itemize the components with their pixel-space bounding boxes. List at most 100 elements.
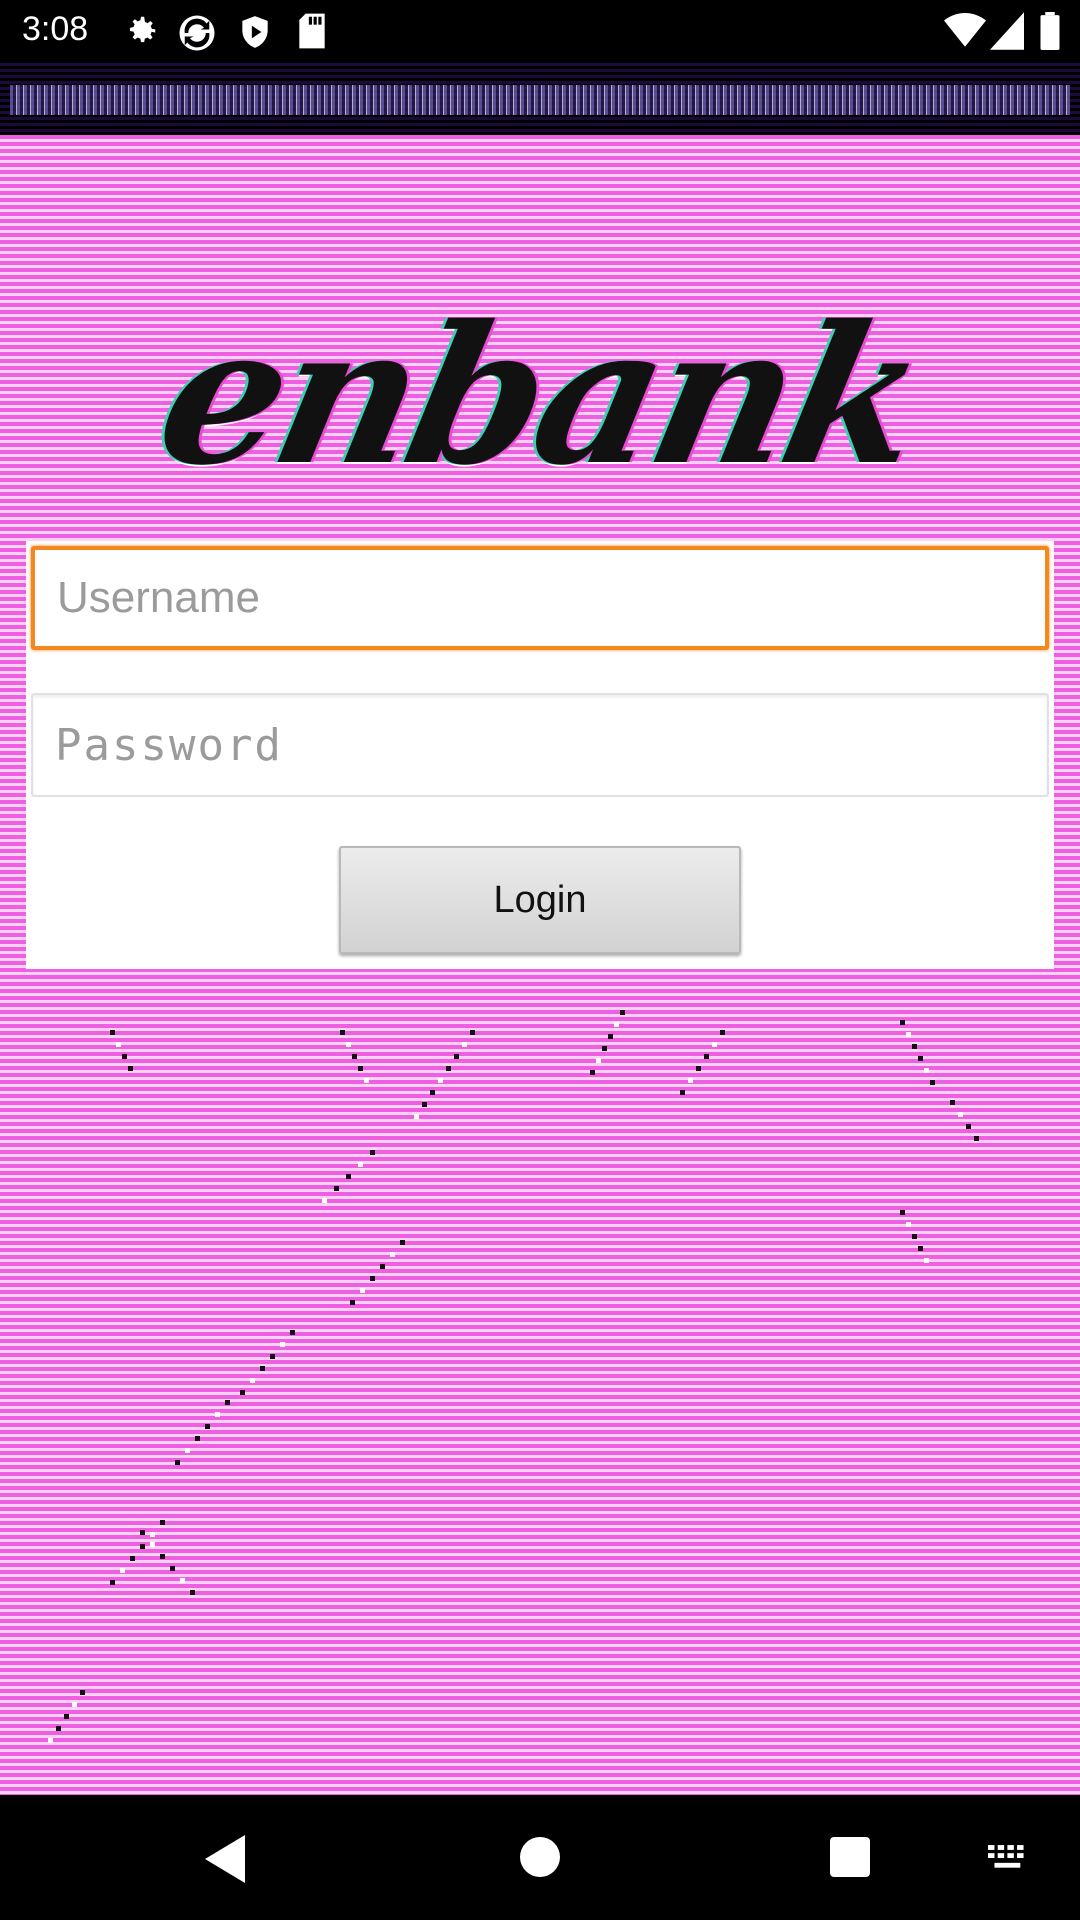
pattern-dot (446, 1066, 451, 1071)
logo-text: enbank (141, 283, 939, 507)
pattern-dot (966, 1124, 971, 1129)
pattern-dot (56, 1726, 61, 1731)
pattern-dot (950, 1100, 955, 1105)
pattern-dot (358, 1162, 363, 1167)
pattern-dot (688, 1078, 693, 1083)
pattern-dot (400, 1240, 405, 1245)
pattern-dot (150, 1532, 155, 1537)
pattern-dot (912, 1044, 917, 1049)
pattern-dot (120, 1568, 125, 1573)
pattern-dot (720, 1030, 725, 1035)
pattern-dot (110, 1580, 115, 1585)
pattern-dot (130, 1556, 135, 1561)
pattern-dot (140, 1544, 145, 1549)
login-button[interactable]: Login (339, 846, 741, 954)
password-input[interactable] (31, 693, 1049, 797)
pattern-dot (160, 1520, 165, 1525)
pattern-dot (370, 1276, 375, 1281)
home-icon[interactable] (520, 1837, 560, 1882)
pattern-dot (48, 1738, 53, 1743)
wifi-icon (944, 12, 986, 55)
pattern-dot (116, 1042, 121, 1047)
pattern-dot (290, 1330, 295, 1335)
pattern-dot (346, 1042, 351, 1047)
pattern-dot (360, 1288, 365, 1293)
app-header-banner (0, 63, 1080, 135)
pattern-dot (322, 1198, 327, 1203)
pattern-dot (602, 1046, 607, 1051)
status-time: 3:08 (22, 10, 89, 48)
pattern-dot (205, 1424, 210, 1429)
pattern-dot (352, 1054, 357, 1059)
pattern-dot (110, 1030, 115, 1035)
pattern-dot (900, 1210, 905, 1215)
pattern-dot (924, 1258, 929, 1263)
pattern-dot (350, 1300, 355, 1305)
pattern-dot (72, 1702, 77, 1707)
battery-icon (1040, 12, 1060, 55)
pattern-dot (80, 1690, 85, 1695)
settings-icon (122, 12, 160, 55)
signal-icon (990, 12, 1024, 55)
username-input[interactable] (31, 546, 1049, 650)
pattern-dot (260, 1366, 265, 1371)
pattern-dot (370, 1150, 375, 1155)
pattern-dot (906, 1222, 911, 1227)
bank-logo: enbank (142, 275, 938, 515)
pattern-dot (180, 1578, 185, 1583)
pattern-dot (150, 1542, 155, 1547)
pattern-dot (614, 1022, 619, 1027)
pattern-dot (340, 1030, 345, 1035)
pattern-dot (900, 1020, 905, 1025)
pattern-dot (918, 1056, 923, 1061)
keyboard-icon[interactable] (988, 1845, 1030, 1876)
pattern-dot (680, 1090, 685, 1095)
pattern-dot (122, 1054, 127, 1059)
pattern-dot (712, 1042, 717, 1047)
pattern-dot (364, 1078, 369, 1083)
pattern-dot (924, 1068, 929, 1073)
pattern-dot (930, 1080, 935, 1085)
pattern-dot (358, 1066, 363, 1071)
pattern-dot (958, 1112, 963, 1117)
sd-card-icon (296, 12, 328, 55)
pattern-dot (974, 1136, 979, 1141)
pattern-dot (170, 1566, 175, 1571)
pattern-dot (185, 1448, 190, 1453)
login-form: Login (26, 541, 1054, 969)
navigation-bar (0, 1795, 1080, 1920)
pattern-dot (175, 1460, 180, 1465)
pattern-dot (430, 1090, 435, 1095)
pattern-dot (225, 1400, 230, 1405)
pattern-dot (190, 1590, 195, 1595)
pattern-dot (390, 1252, 395, 1257)
pattern-dot (696, 1066, 701, 1071)
recents-icon[interactable] (830, 1837, 870, 1882)
pattern-dot (470, 1030, 475, 1035)
back-icon[interactable] (205, 1835, 245, 1888)
pattern-dot (414, 1114, 419, 1119)
pattern-dot (462, 1042, 467, 1047)
status-bar: 3:08 (0, 0, 1080, 63)
pattern-dot (596, 1058, 601, 1063)
pattern-dot (454, 1054, 459, 1059)
pattern-dot (906, 1032, 911, 1037)
pattern-dot (128, 1066, 133, 1071)
pattern-dot (590, 1070, 595, 1075)
pattern-dot (280, 1342, 285, 1347)
pattern-dot (195, 1436, 200, 1441)
header-graphic (10, 85, 1070, 115)
pattern-dot (608, 1034, 613, 1039)
pattern-dot (912, 1234, 917, 1239)
pattern-dot (380, 1264, 385, 1269)
login-screen: enbank Login (0, 135, 1080, 1795)
pattern-dot (438, 1078, 443, 1083)
pattern-dot (64, 1714, 69, 1719)
pattern-dot (140, 1530, 145, 1535)
pattern-dot (346, 1174, 351, 1179)
pattern-dot (160, 1554, 165, 1559)
pattern-dot (250, 1378, 255, 1383)
pattern-dot (422, 1102, 427, 1107)
pattern-dot (918, 1246, 923, 1251)
pattern-dot (704, 1054, 709, 1059)
